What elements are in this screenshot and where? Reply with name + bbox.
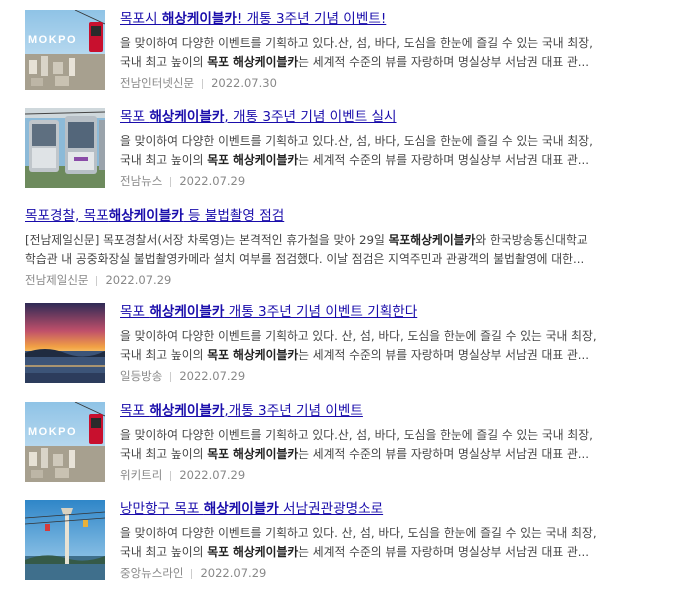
news-snippet: [전남제일신문] 목포경찰서(서장 차록영)는 본격적인 휴가철을 맞아 29일… xyxy=(25,233,588,266)
news-date: 2022.07.29 xyxy=(179,468,246,482)
news-source: 위키트리 xyxy=(120,468,163,482)
meta-divider xyxy=(170,371,172,382)
news-thumbnail[interactable]: MOKPO xyxy=(25,10,105,90)
meta-divider xyxy=(191,568,193,579)
meta-divider xyxy=(202,78,204,89)
news-source: 일등방송 xyxy=(120,369,163,383)
news-source: 전남뉴스 xyxy=(120,174,163,188)
news-snippet: 을 맞이하여 다양한 이벤트를 기획하고 있다. 산, 섬, 바다, 도심을 한… xyxy=(120,526,597,559)
meta-divider xyxy=(170,176,172,187)
meta-divider xyxy=(170,470,172,481)
news-snippet: 을 맞이하여 다양한 이벤트를 기획하고 있다.산, 섬, 바다, 도심을 한눈… xyxy=(120,36,593,69)
news-thumbnail[interactable] xyxy=(25,108,105,188)
news-date: 2022.07.29 xyxy=(179,174,246,188)
news-title-link[interactable]: 목포 해상케이블카,개통 3주년 기념 이벤트 xyxy=(120,402,665,420)
news-title-link[interactable]: 목포경찰, 목포해상케이블카 등 불법촬영 점검 xyxy=(25,207,665,225)
news-list: MOKPO 목포시 해상케이블카! 개통 3주년 기념 이벤트! 을 맞이하여 … xyxy=(0,0,675,590)
news-date: 2022.07.30 xyxy=(211,76,277,90)
news-meta: 중앙뉴스라인 2022.07.29 xyxy=(120,564,665,582)
news-snippet: 을 맞이하여 다양한 이벤트를 기획하고 있다.산, 섬, 바다, 도심을 한눈… xyxy=(120,134,593,167)
news-snippet: 을 맞이하여 다양한 이벤트를 기획하고 있다. 산, 섬, 바다, 도심을 한… xyxy=(120,329,597,362)
news-title-link[interactable]: 목포 해상케이블카, 개통 3주년 기념 이벤트 실시 xyxy=(120,108,665,126)
news-meta: 전남제일신문 2022.07.29 xyxy=(25,271,665,289)
news-meta: 일등방송 2022.07.29 xyxy=(120,367,665,385)
news-thumbnail[interactable]: MOKPO xyxy=(25,402,105,482)
news-title-link[interactable]: 목포시 해상케이블카! 개통 3주년 기념 이벤트! xyxy=(120,10,665,28)
news-meta: 전남뉴스 2022.07.29 xyxy=(120,172,665,190)
svg-text:MOKPO: MOKPO xyxy=(28,34,77,46)
news-date: 2022.07.29 xyxy=(200,566,267,580)
news-thumbnail[interactable] xyxy=(25,500,105,580)
meta-divider xyxy=(96,275,98,286)
news-thumbnail[interactable] xyxy=(25,303,105,383)
news-meta: 위키트리 2022.07.29 xyxy=(120,466,665,484)
news-source: 전남인터넷신문 xyxy=(120,76,195,90)
news-snippet: 을 맞이하여 다양한 이벤트를 기획하고 있다.산, 섬, 바다, 도심을 한눈… xyxy=(120,428,593,461)
news-source: 중앙뉴스라인 xyxy=(120,566,184,580)
news-title-link[interactable]: 낭만항구 목포 해상케이블카 서남권관광명소로 xyxy=(120,500,665,518)
news-title-link[interactable]: 목포 해상케이블카 개통 3주년 기념 이벤트 기획한다 xyxy=(120,303,665,321)
news-meta: 전남인터넷신문 2022.07.30 xyxy=(120,74,665,92)
news-date: 2022.07.29 xyxy=(179,369,246,383)
news-source: 전남제일신문 xyxy=(25,273,89,287)
news-date: 2022.07.29 xyxy=(105,273,172,287)
svg-text:MOKPO: MOKPO xyxy=(28,426,77,438)
